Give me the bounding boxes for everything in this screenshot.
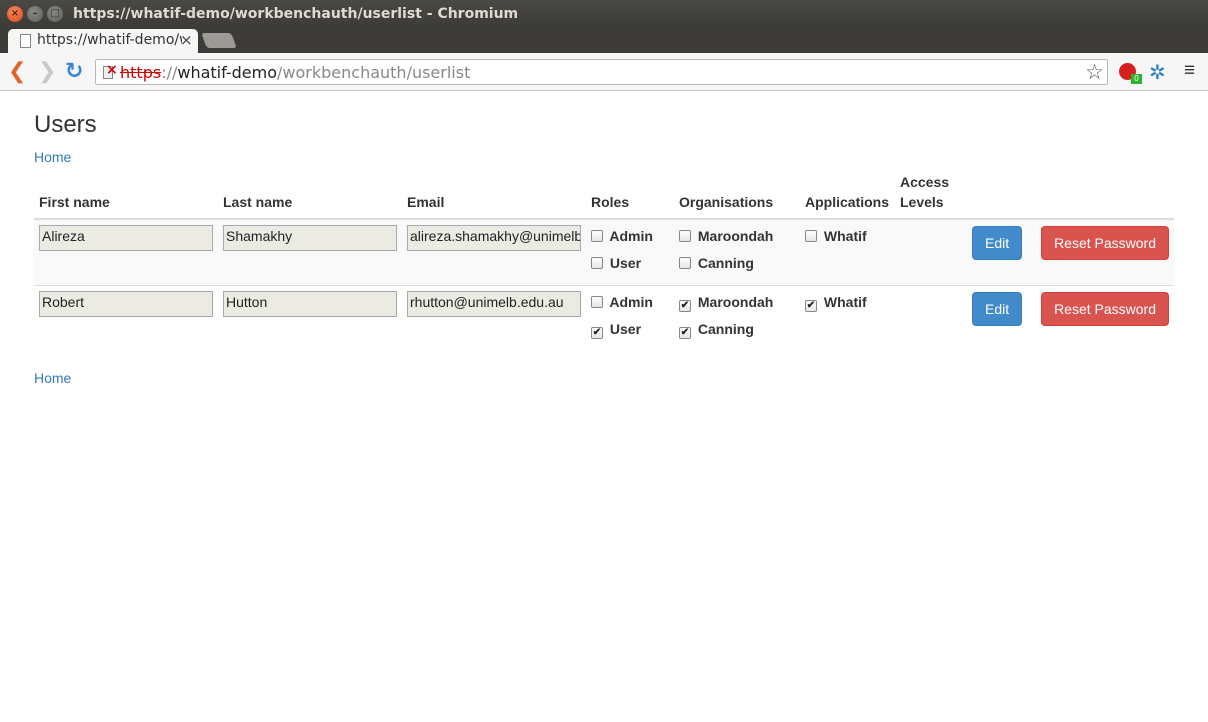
address-bar[interactable]: × https://whatif-demo/workbenchauth/user… xyxy=(95,59,1108,85)
menu-icon[interactable]: ≡ xyxy=(1184,60,1195,82)
organisation-option[interactable]: Maroondah xyxy=(679,225,795,252)
reset-password-button[interactable]: Reset Password xyxy=(1041,226,1169,260)
last-name-input[interactable]: Shamakhy xyxy=(223,225,397,251)
email-input[interactable]: alireza.shamakhy@unimelb xyxy=(407,225,581,251)
table-row: Alireza Shamakhy alireza.shamakhy@unimelb … xyxy=(34,218,1174,286)
page-title: Users xyxy=(34,111,97,138)
back-arrow-icon[interactable]: ❮ xyxy=(8,60,26,82)
header-applications: Applications xyxy=(800,172,895,220)
role-label: User xyxy=(609,321,642,337)
application-option[interactable]: Whatif xyxy=(805,225,890,252)
edit-button[interactable]: Edit xyxy=(972,226,1023,260)
role-label: User xyxy=(609,255,642,271)
page-content: Users Home First name Last name Email Ro… xyxy=(0,92,1208,722)
role-checkbox[interactable] xyxy=(591,230,603,242)
role-option[interactable]: User xyxy=(591,252,669,279)
browser-toolbar: ❮ ❯ ↻ × https://whatif-demo/workbenchaut… xyxy=(0,53,1208,91)
application-label: Whatif xyxy=(823,228,867,244)
access-levels-cell xyxy=(895,218,967,286)
table-header-row: First name Last name Email Roles Organis… xyxy=(34,172,1174,220)
role-option[interactable]: Admin xyxy=(591,291,669,318)
application-label: Whatif xyxy=(823,294,867,310)
access-levels-cell xyxy=(895,285,967,351)
first-name-input[interactable]: Robert xyxy=(39,291,213,317)
window-titlebar: × – □ https://whatif-demo/workbenchauth/… xyxy=(0,0,1208,28)
window-close-button[interactable]: × xyxy=(7,6,23,22)
extension-network-icon[interactable]: ✲ xyxy=(1149,60,1166,85)
url-text[interactable]: https://whatif-demo/workbenchauth/userli… xyxy=(120,63,470,82)
organisation-checkbox[interactable]: ✔ xyxy=(679,327,691,339)
tab-close-icon[interactable]: × xyxy=(180,31,193,49)
organisation-label: Canning xyxy=(697,321,754,337)
forward-arrow-icon[interactable]: ❯ xyxy=(38,60,56,82)
home-link-top[interactable]: Home xyxy=(34,149,71,165)
role-checkbox[interactable] xyxy=(591,257,603,269)
header-email: Email xyxy=(402,172,586,220)
insecure-x-icon: × xyxy=(106,62,118,78)
application-option[interactable]: ✔ Whatif xyxy=(805,291,890,318)
tab-title: https://whatif-demo/workbenchauth/userli… xyxy=(37,32,182,48)
organisation-checkbox[interactable]: ✔ xyxy=(679,300,691,312)
extension-badge: 0 xyxy=(1131,74,1142,84)
role-label: Admin xyxy=(609,228,653,244)
bookmark-star-icon[interactable]: ☆ xyxy=(1085,60,1104,84)
application-checkbox[interactable]: ✔ xyxy=(805,300,817,312)
role-label: Admin xyxy=(609,294,653,310)
header-last-name: Last name xyxy=(218,172,402,220)
url-path: /workbenchauth/userlist xyxy=(277,63,471,82)
tab-strip: https://whatif-demo/workbenchauth/userli… xyxy=(0,28,1208,53)
organisation-checkbox[interactable] xyxy=(679,230,691,242)
organisation-option[interactable]: Canning xyxy=(679,252,795,279)
home-link-bottom[interactable]: Home xyxy=(34,370,71,386)
organisation-option[interactable]: ✔ Canning xyxy=(679,318,795,345)
page-icon xyxy=(20,34,31,48)
edit-button[interactable]: Edit xyxy=(972,292,1023,326)
application-checkbox[interactable] xyxy=(805,230,817,242)
organisation-checkbox[interactable] xyxy=(679,257,691,269)
header-reset-col xyxy=(1033,172,1174,220)
window-maximize-button[interactable]: □ xyxy=(47,6,63,22)
organisation-label: Canning xyxy=(697,255,754,271)
url-separator: :// xyxy=(161,63,178,82)
role-checkbox[interactable] xyxy=(591,296,603,308)
table-row: Robert Hutton rhutton@unimelb.edu.au Admin… xyxy=(34,285,1174,351)
new-tab-button[interactable] xyxy=(201,33,237,48)
window-title: https://whatif-demo/workbenchauth/userli… xyxy=(73,6,519,22)
header-access-levels: Access Levels xyxy=(895,172,967,220)
role-option[interactable]: ✔ User xyxy=(591,318,669,345)
header-organisations: Organisations xyxy=(674,172,800,220)
organisation-label: Maroondah xyxy=(697,294,774,310)
header-first-name: First name xyxy=(34,172,218,220)
users-table: First name Last name Email Roles Organis… xyxy=(34,172,1174,351)
first-name-input[interactable]: Alireza xyxy=(39,225,213,251)
url-scheme: https xyxy=(120,63,162,82)
last-name-input[interactable]: Hutton xyxy=(223,291,397,317)
role-checkbox[interactable]: ✔ xyxy=(591,327,603,339)
header-roles: Roles xyxy=(586,172,674,220)
window-minimize-button[interactable]: – xyxy=(27,6,43,22)
header-edit-col xyxy=(967,172,1033,220)
reload-icon[interactable]: ↻ xyxy=(65,60,83,82)
tab-userlist[interactable]: https://whatif-demo/workbenchauth/userli… xyxy=(8,29,198,53)
role-option[interactable]: Admin xyxy=(591,225,669,252)
reset-password-button[interactable]: Reset Password xyxy=(1041,292,1169,326)
email-input[interactable]: rhutton@unimelb.edu.au xyxy=(407,291,581,317)
organisation-option[interactable]: ✔ Maroondah xyxy=(679,291,795,318)
organisation-label: Maroondah xyxy=(697,228,774,244)
url-host: whatif-demo xyxy=(177,63,278,82)
